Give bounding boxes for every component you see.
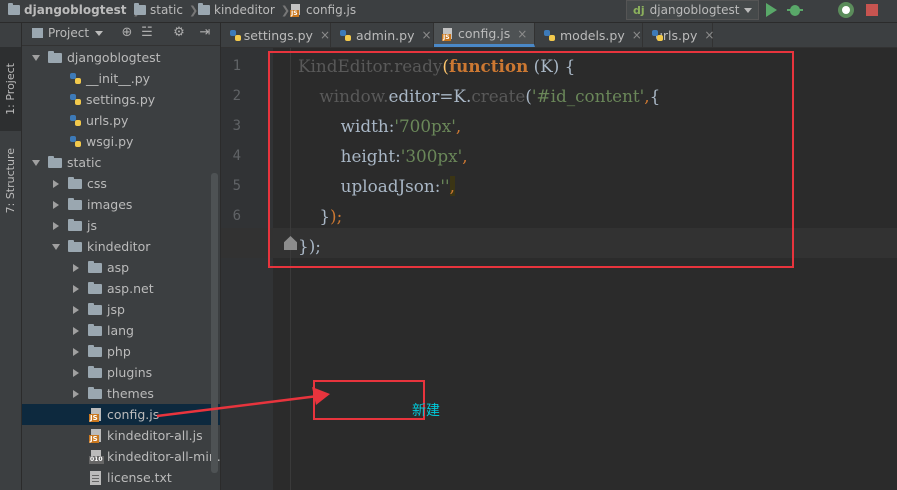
annotation-arrow-shaft bbox=[156, 394, 319, 418]
annotation-arrow-head bbox=[312, 387, 330, 405]
annotation-arrow bbox=[156, 387, 330, 418]
annotation-new-label: 新建 bbox=[412, 403, 440, 419]
